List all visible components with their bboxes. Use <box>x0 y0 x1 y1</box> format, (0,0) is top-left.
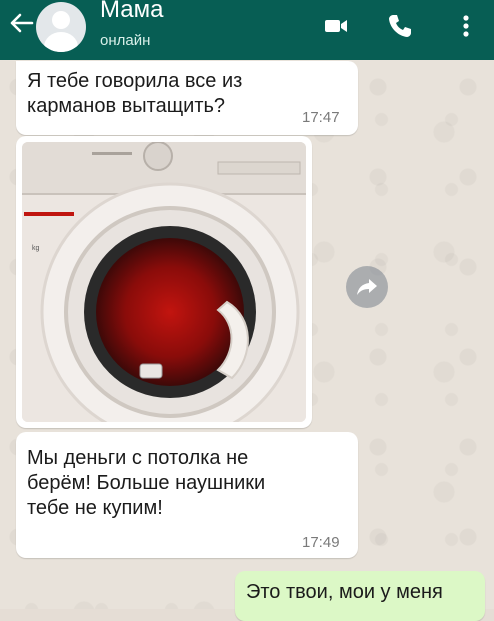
avatar-body-shape <box>44 32 78 52</box>
incoming-message[interactable]: Мы деньги с потолка не берём! Больше нау… <box>16 432 358 558</box>
phone-icon[interactable] <box>386 12 414 40</box>
back-arrow-icon[interactable] <box>6 8 36 38</box>
message-time: 17:49 <box>302 534 340 551</box>
message-time: 17:47 <box>302 109 340 126</box>
outgoing-message[interactable]: Это твои, мои у меня <box>235 571 485 621</box>
message-text: Это твои, мои у меня <box>246 581 443 603</box>
message-text: Я тебе говорила все из карманов вытащить… <box>27 70 243 117</box>
incoming-message[interactable]: Я тебе говорила все из карманов вытащить… <box>16 61 358 135</box>
panel-label: kg <box>32 245 40 252</box>
avatar-head-shape <box>52 11 70 29</box>
contact-status: онлайн <box>100 32 151 49</box>
chat-header: Мама онлайн <box>0 0 494 60</box>
message-text: Мы деньги с потолка не берём! Больше нау… <box>27 447 266 519</box>
more-vert-icon[interactable] <box>452 12 480 40</box>
washing-machine-illustration: kg <box>22 142 306 422</box>
incoming-image-message[interactable]: kg <box>16 136 312 428</box>
forward-icon <box>357 279 377 295</box>
contact-name[interactable]: Мама <box>100 0 163 24</box>
avatar[interactable] <box>36 2 86 52</box>
video-call-icon[interactable] <box>322 12 350 40</box>
forward-button[interactable] <box>346 266 388 308</box>
washing-machine-photo[interactable]: kg <box>22 142 306 422</box>
